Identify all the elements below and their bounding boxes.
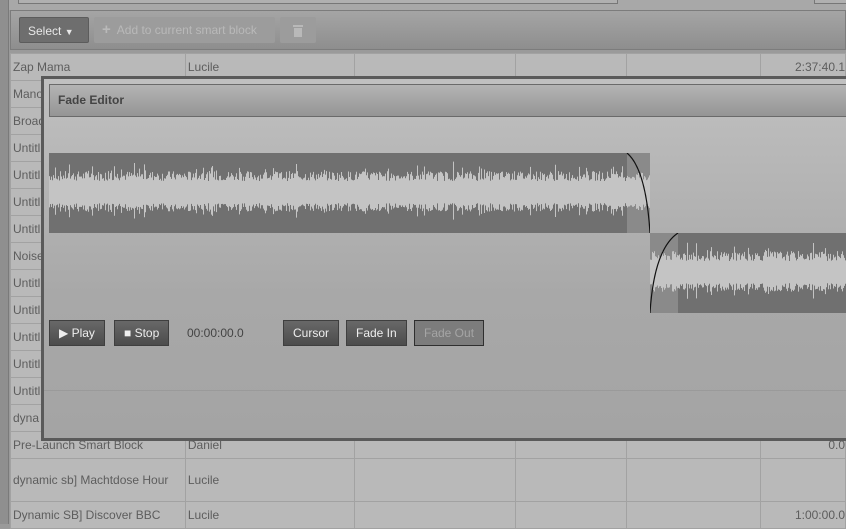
delete-button[interactable] [280, 17, 316, 43]
trash-icon [293, 24, 303, 37]
table-cell [761, 459, 846, 502]
stop-icon: ■ [124, 326, 131, 340]
table-cell: Lucile [185, 459, 354, 502]
play-icon: ▶ [59, 326, 68, 340]
select-label: Select [28, 24, 61, 38]
dialog-title: Fade Editor [58, 93, 124, 107]
dialog-divider [44, 390, 846, 391]
top-field[interactable] [814, 0, 846, 4]
table-cell [355, 502, 516, 529]
play-button[interactable]: ▶ Play [49, 320, 105, 346]
add-label: Add to current smart block [117, 23, 257, 37]
table-row[interactable]: Dynamic SB] Discover BBCLucile 1:00:00.0 [11, 502, 846, 529]
time-display: 00:00:00.0 [187, 320, 244, 346]
fade-in-button[interactable]: Fade In [346, 320, 407, 346]
add-to-smart-block-button[interactable]: + Add to current smart block [94, 17, 275, 43]
library-toolbar: Select ▼ + Add to current smart block [10, 10, 846, 50]
table-cell: 1:00:00.0 [761, 502, 846, 529]
top-bar [0, 0, 846, 10]
fade-editor-dialog: Fade Editor ▶ Play ■ Stop 00:00:00.0 Cur… [41, 76, 846, 441]
table-cell [626, 459, 760, 502]
left-strip [0, 0, 9, 524]
table-cell [626, 502, 760, 529]
fade-out-button[interactable]: Fade Out [414, 320, 484, 346]
select-button[interactable]: Select ▼ [19, 17, 89, 43]
waveform-track-2[interactable] [650, 233, 846, 313]
table-cell: dynamic sb] Machtdose Hour [11, 459, 186, 502]
stop-button[interactable]: ■ Stop [114, 320, 169, 346]
plus-icon: + [102, 21, 111, 38]
stop-label: Stop [135, 326, 160, 340]
caret-down-icon: ▼ [65, 27, 74, 37]
table-cell [355, 459, 516, 502]
waveform-track-1[interactable] [49, 153, 650, 233]
table-cell: Lucile [185, 502, 354, 529]
play-label: Play [72, 326, 95, 340]
table-cell [516, 502, 626, 529]
table-row[interactable]: dynamic sb] Machtdose HourLucile [11, 459, 846, 502]
search-field[interactable] [18, 0, 618, 4]
table-cell: Dynamic SB] Discover BBC [11, 502, 186, 529]
cursor-button[interactable]: Cursor [283, 320, 339, 346]
dialog-header[interactable]: Fade Editor [49, 84, 846, 117]
table-cell [516, 459, 626, 502]
